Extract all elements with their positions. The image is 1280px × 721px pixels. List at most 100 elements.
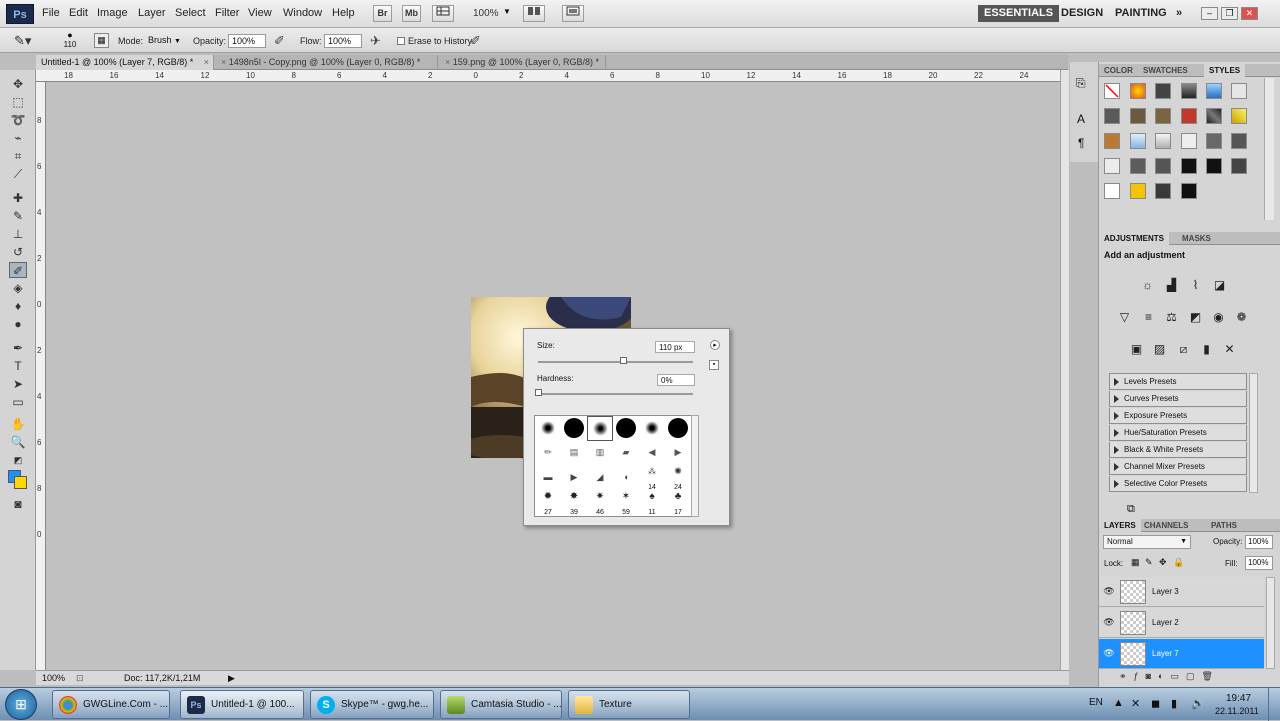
tab-layers[interactable]: LAYERS [1099,519,1141,532]
styles-scrollbar[interactable] [1264,78,1274,220]
clock-date[interactable]: 22.11.2011 [1215,706,1259,716]
add-mask-icon[interactable]: ◙ [1146,671,1158,681]
eye-icon[interactable]: 👁 [1103,586,1115,598]
style-swatch[interactable] [1206,108,1222,124]
style-swatch[interactable] [1181,183,1197,199]
network-bars-icon[interactable]: ▮ [1171,697,1177,710]
threshold-icon[interactable]: ⧄ [1175,341,1192,358]
layer-row-layer-2[interactable]: 👁 Layer 2 [1099,608,1264,638]
menu-image[interactable]: Image [97,7,128,19]
workspace-painting[interactable]: PAINTING [1109,5,1173,22]
style-swatch[interactable] [1155,133,1171,149]
erase-history-checkbox[interactable] [397,37,405,45]
hardness-slider-thumb[interactable] [535,389,542,396]
taskbar-texture-folder[interactable]: Texture [568,690,690,719]
tab-styles[interactable]: STYLES [1204,64,1246,77]
show-desktop-button[interactable] [1268,688,1280,721]
workspace-essentials[interactable]: ESSENTIALS [978,5,1060,22]
hand-tool-icon[interactable]: ✋ [9,416,27,432]
taskbar-photoshop[interactable]: Ps Untitled-1 @ 100... [180,690,304,719]
network-icon[interactable]: ✕ [1131,697,1140,710]
brush-preset-14[interactable]: ⁂ 14 [639,466,665,491]
new-layer-icon[interactable]: ▢ [1186,671,1202,681]
eyedropper-tool-icon[interactable]: ⟋ [9,166,27,182]
style-swatch[interactable] [1130,158,1146,174]
tab-paths[interactable]: PATHS [1206,519,1242,532]
presets-scrollbar[interactable] [1249,373,1258,493]
photo-filter-icon[interactable]: ◉ [1210,309,1227,326]
brush-preset-tool-4[interactable]: ▰ [613,441,639,466]
more-workspaces-icon[interactable]: » [1170,5,1188,22]
marquee-tool-icon[interactable]: ⬚ [9,94,27,110]
move-tool-icon[interactable]: ✥ [9,76,27,92]
lock-transparency-icon[interactable]: ▦ [1131,557,1140,568]
hue-saturation-presets[interactable]: Hue/Saturation Presets [1109,425,1247,441]
brush-preset-59[interactable]: ✶ 59 [613,491,639,516]
character-panel-icon[interactable]: A [1077,112,1085,126]
style-swatch[interactable] [1155,158,1171,174]
blend-mode-select[interactable]: Normal ▼ [1103,535,1191,549]
layers-scrollbar[interactable] [1266,577,1275,669]
selective-color-presets[interactable]: Selective Color Presets [1109,476,1247,492]
screen-mode-button[interactable] [562,5,584,22]
brush-preset-hard-round-2[interactable] [613,416,639,441]
taskbar-camtasia[interactable]: Camtasia Studio - ... [440,690,562,719]
new-group-icon[interactable]: ▭ [1170,671,1186,681]
brush-preset-soft-round-selected[interactable] [587,416,613,441]
tab-adjustments[interactable]: ADJUSTMENTS [1099,232,1170,245]
menu-edit[interactable]: Edit [69,7,88,19]
tab-1498n5l-copy[interactable]: × 1498n5l - Copy.png @ 100% (Layer 0, RG… [216,55,438,70]
brush-preset-24[interactable]: ✺ 24 [665,466,691,491]
style-swatch[interactable] [1231,158,1247,174]
style-swatch[interactable] [1155,83,1171,99]
brush-preset-hard-round[interactable] [561,416,587,441]
gradient-map-icon[interactable]: ▮ [1198,341,1215,358]
style-swatch[interactable] [1130,108,1146,124]
menu-window[interactable]: Window [283,7,322,19]
style-swatch[interactable] [1231,83,1247,99]
selective-color-icon[interactable]: ✕ [1221,341,1238,358]
menu-file[interactable]: File [42,7,60,19]
tab-swatches[interactable]: SWATCHES [1138,64,1193,77]
levels-presets[interactable]: Levels Presets [1109,374,1247,390]
fx-icon[interactable]: ƒ [1134,671,1146,681]
tab-159-png[interactable]: × 159.png @ 100% (Layer 0, RGB/8) * [440,55,606,70]
tab-color[interactable]: COLOR [1099,64,1138,77]
brush-preset-soft-round[interactable] [535,416,561,441]
volume-icon[interactable]: 🔊 [1191,697,1205,710]
brush-picker-button[interactable]: ● 110 [56,30,84,51]
tab-untitled-1[interactable]: Untitled-1 @ 100% (Layer 7, RGB/8) * × [36,55,214,70]
dodge-tool-icon[interactable]: ● [9,316,27,332]
menu-filter[interactable]: Filter [215,7,239,19]
status-zoom[interactable]: 100% [42,671,65,685]
brush-preset-tool-7[interactable]: ▬ [535,466,561,491]
eraser-tool-icon[interactable]: ✐ [9,262,27,278]
style-swatch[interactable] [1104,183,1120,199]
mode-select[interactable]: Brush ▼ [145,34,187,48]
hardness-field[interactable]: 0% [657,374,695,386]
eye-icon[interactable]: 👁 [1103,617,1115,629]
eye-icon[interactable]: 👁 [1103,648,1115,660]
taskbar-chrome[interactable]: GWGLine.Com - ... [52,690,170,719]
tab-channels[interactable]: CHANNELS [1139,519,1193,532]
exposure-presets[interactable]: Exposure Presets [1109,408,1247,424]
lasso-tool-icon[interactable]: ➰ [9,112,27,128]
channel-mixer-icon[interactable]: ❁ [1233,309,1250,326]
lock-image-icon[interactable]: ✎ [1145,557,1153,568]
curves-presets[interactable]: Curves Presets [1109,391,1247,407]
color-balance-icon[interactable]: ⚖ [1163,309,1180,326]
brush-preset-27[interactable]: ✹ 27 [535,491,561,516]
tab-close-icon[interactable]: × [204,55,209,70]
brush-preset-17[interactable]: ♣ 17 [665,491,691,516]
chevron-down-icon[interactable]: ▼ [503,7,511,16]
black-white-icon[interactable]: ◩ [1187,309,1204,326]
brush-preset-tool-10[interactable]: ◖ [613,466,639,491]
hardness-slider-track[interactable] [538,393,693,395]
menu-layer[interactable]: Layer [138,7,166,19]
zoom-tool-icon[interactable]: 🔍 [9,434,27,450]
vertical-scrollbar[interactable] [1060,70,1069,670]
style-swatch[interactable] [1155,108,1171,124]
tab-close-icon[interactable]: × [445,57,450,67]
brush-tool-preset-icon[interactable]: ✎▾ [14,33,44,49]
menu-view[interactable]: View [248,7,272,19]
